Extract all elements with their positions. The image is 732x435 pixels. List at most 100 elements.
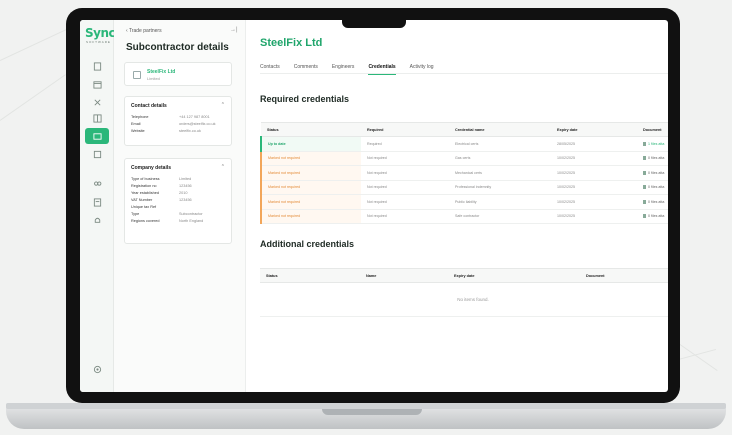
expiry-cell: 10/02/2025 bbox=[551, 165, 637, 181]
column-header[interactable]: Name bbox=[360, 268, 448, 283]
company-value: 2010 bbox=[179, 191, 188, 195]
document-link[interactable]: 0 files atta bbox=[648, 214, 664, 218]
company-key: Type of business bbox=[131, 177, 160, 181]
grid-icon[interactable] bbox=[91, 112, 103, 124]
credential-name-cell: Mechanical certs bbox=[449, 165, 551, 181]
required-cell: Not required bbox=[361, 165, 449, 181]
company-value: Limited bbox=[179, 177, 192, 181]
company-name[interactable]: SteelFix Ltd bbox=[147, 69, 175, 75]
column-header[interactable]: Credential name bbox=[449, 122, 551, 137]
required-credentials-title: Required credentials bbox=[260, 94, 350, 104]
company-section: Company details ⌃ Type of business Limite… bbox=[124, 158, 232, 244]
column-header[interactable]: Document bbox=[637, 122, 668, 137]
column-header[interactable]: Expiry date bbox=[448, 268, 580, 283]
collapse-icon[interactable]: →| bbox=[230, 27, 238, 33]
expiry-cell: 10/02/2025 bbox=[551, 209, 637, 224]
column-header[interactable]: Expiry date bbox=[551, 122, 637, 137]
calendar-icon[interactable] bbox=[91, 78, 103, 90]
document-cell: 0 files atta bbox=[637, 194, 668, 210]
file-icon bbox=[643, 156, 646, 161]
expiry-cell: 28/05/2025 bbox=[551, 136, 637, 152]
trackpad-groove bbox=[322, 409, 422, 415]
table-row[interactable]: Marked not required Not required Mechanica… bbox=[260, 165, 668, 181]
table-row[interactable]: Marked not required Not required Professio… bbox=[260, 180, 668, 195]
credential-name-cell: Public liability bbox=[449, 194, 551, 210]
camera-notch bbox=[342, 16, 406, 28]
company-value: 123456 bbox=[179, 198, 192, 202]
credential-name-cell: Professional indemnity bbox=[449, 180, 551, 195]
notes-icon[interactable] bbox=[91, 196, 103, 208]
contact-value: steelfix.co.uk bbox=[179, 129, 201, 133]
panel-title: Subcontractor details bbox=[126, 42, 229, 53]
additional-credentials-title: Additional credentials bbox=[260, 239, 355, 249]
column-header[interactable]: Status bbox=[261, 122, 361, 137]
status-cell: Up to date bbox=[260, 136, 361, 152]
required-cell: Required bbox=[361, 136, 449, 152]
company-value: 123456 bbox=[179, 184, 192, 188]
empty-state: No items found. bbox=[260, 282, 668, 317]
required-cell: Not required bbox=[361, 209, 449, 224]
main-content: SteelFix Ltd Contacts Comments Engineers… bbox=[246, 20, 668, 392]
building-icon bbox=[133, 71, 141, 79]
column-header[interactable]: Document bbox=[580, 268, 668, 283]
required-cell: Not required bbox=[361, 194, 449, 210]
file-icon bbox=[643, 141, 646, 146]
file-icon bbox=[643, 199, 646, 204]
company-key: Year established bbox=[131, 191, 159, 195]
company-value: North England bbox=[179, 219, 204, 223]
document-cell: 0 files atta bbox=[637, 180, 668, 195]
settings-icon[interactable] bbox=[91, 363, 103, 375]
bell-icon[interactable] bbox=[91, 214, 103, 226]
column-header[interactable]: Status bbox=[260, 268, 360, 283]
company-card: SteelFix Ltd Limited bbox=[124, 62, 232, 86]
document-link[interactable]: 1 files atta bbox=[648, 142, 664, 146]
company-value: Subcontractor bbox=[179, 212, 203, 216]
laptop-base bbox=[6, 403, 726, 429]
status-cell: Marked not required bbox=[260, 194, 361, 210]
expiry-cell: 10/02/2025 bbox=[551, 194, 637, 210]
file-icon bbox=[643, 170, 646, 175]
app-logo[interactable]: Sync bbox=[85, 26, 116, 40]
list-icon[interactable] bbox=[91, 148, 103, 160]
contact-value: orders@steelfix.co.uk bbox=[179, 122, 216, 126]
partners-icon[interactable] bbox=[85, 128, 109, 144]
table-row[interactable]: Marked not required Not required Safe cont… bbox=[260, 209, 668, 224]
app-sidebar: Sync SOFTWARE bbox=[80, 20, 116, 392]
table-row[interactable]: Marked not required Not required Public li… bbox=[260, 194, 668, 210]
contact-section: Contact details ⌃ Telephone +44 127 987 8… bbox=[124, 96, 232, 146]
company-key: Regions covered bbox=[131, 219, 160, 223]
app-screen: Sync SOFTWARE ‹ Trade partners →| Subcon… bbox=[80, 20, 668, 392]
contact-heading: Contact details bbox=[131, 103, 167, 109]
company-key: Registration no bbox=[131, 184, 157, 188]
people-icon[interactable] bbox=[91, 178, 103, 190]
contact-key: Website bbox=[131, 129, 145, 133]
breadcrumb[interactable]: ‹ Trade partners bbox=[126, 28, 162, 34]
expiry-cell: 10/02/2025 bbox=[551, 151, 637, 166]
chevron-up-icon[interactable]: ⌃ bbox=[221, 102, 225, 108]
document-link[interactable]: 0 files atta bbox=[648, 185, 664, 189]
document-icon[interactable] bbox=[91, 60, 103, 72]
column-header[interactable]: Required bbox=[361, 122, 449, 137]
company-sub: Limited bbox=[147, 76, 160, 81]
tools-icon[interactable] bbox=[91, 96, 103, 108]
file-icon bbox=[643, 214, 646, 219]
tab-divider bbox=[260, 73, 668, 74]
company-key: VAT Number bbox=[131, 198, 153, 202]
document-link[interactable]: 0 files atta bbox=[648, 156, 664, 160]
company-key: Type bbox=[131, 212, 140, 216]
app-logo-sub: SOFTWARE bbox=[86, 40, 111, 44]
company-heading: Company details bbox=[131, 165, 172, 171]
status-cell: Marked not required bbox=[260, 151, 361, 166]
table-row[interactable]: Marked not required Not required Gas certs… bbox=[260, 151, 668, 166]
document-link[interactable]: 0 files atta bbox=[648, 171, 664, 175]
contact-key: Telephone bbox=[131, 115, 149, 119]
details-panel: ‹ Trade partners →| Subcontractor detail… bbox=[114, 20, 246, 392]
contact-value: +44 127 987 8001 bbox=[179, 115, 210, 119]
credential-name-cell: Gas certs bbox=[449, 151, 551, 166]
document-link[interactable]: 0 files atta bbox=[648, 200, 664, 204]
document-cell: 0 files atta bbox=[637, 209, 668, 224]
chevron-up-icon[interactable]: ⌃ bbox=[221, 164, 225, 170]
company-key: Unique tax Ref bbox=[131, 205, 157, 209]
document-cell: 0 files atta bbox=[637, 165, 668, 181]
table-row[interactable]: Up to date Required Electrical certs 28/05/… bbox=[260, 136, 668, 152]
